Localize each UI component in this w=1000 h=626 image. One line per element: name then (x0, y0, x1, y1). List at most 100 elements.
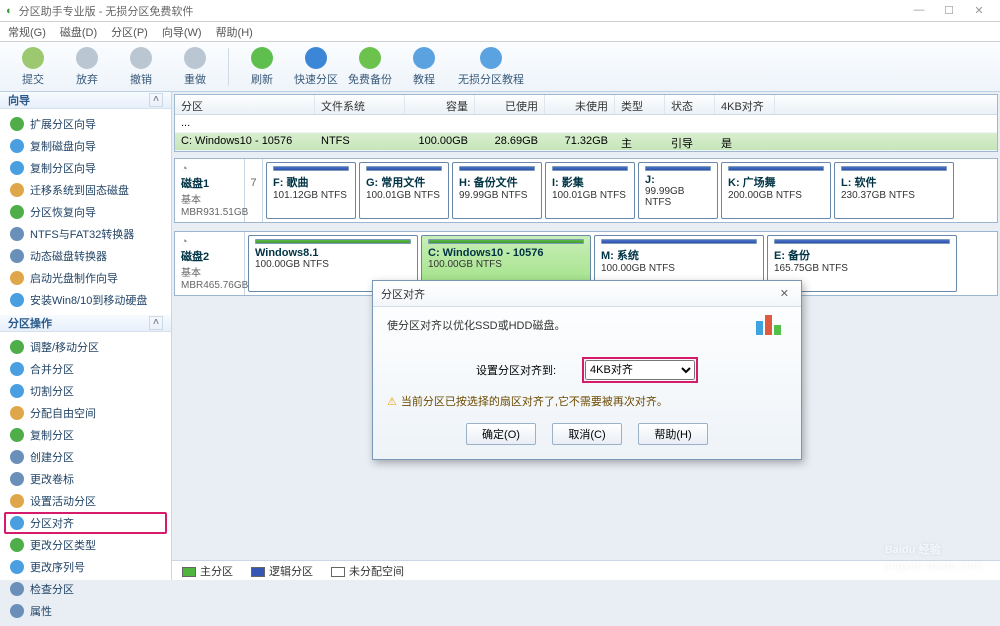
menu-wizard[interactable]: 向导(W) (162, 24, 202, 40)
wizard-item[interactable]: 扩展分区向导 (0, 113, 171, 135)
item-label: 扩展分区向导 (30, 116, 96, 132)
item-icon (10, 538, 24, 552)
item-icon (10, 362, 24, 376)
tutorial2-icon (480, 47, 502, 69)
partition-name: J: (645, 174, 711, 186)
discard-icon (76, 47, 98, 69)
item-icon (10, 183, 24, 197)
partition-bar (273, 166, 349, 171)
ops-item[interactable]: 创建分区 (0, 446, 171, 468)
wizard-item[interactable]: 复制分区向导 (0, 157, 171, 179)
chevron-up-icon: ˄ (149, 93, 163, 107)
wizard-item[interactable]: 启动光盘制作向导 (0, 267, 171, 289)
wizard-item[interactable]: 分区恢复向导 (0, 201, 171, 223)
maximize-button[interactable]: ☐ (934, 4, 964, 17)
item-label: 切割分区 (30, 383, 74, 399)
item-icon (10, 494, 24, 508)
ops-panel-header[interactable]: 分区操作˄ (0, 315, 171, 332)
partition-block[interactable]: F: 歌曲101.12GB NTFS (266, 162, 356, 219)
partition-block[interactable]: I: 影集100.01GB NTFS (545, 162, 635, 219)
menu-general[interactable]: 常规(G) (8, 24, 46, 40)
dialog-close-button[interactable]: ✕ (776, 287, 793, 300)
tutorial-button[interactable]: 教程 (397, 47, 451, 87)
ops-item[interactable]: 更改分区类型 (0, 534, 171, 556)
item-icon (10, 428, 24, 442)
discard-button[interactable]: 放弃 (60, 47, 114, 87)
close-button[interactable]: ✕ (964, 4, 994, 17)
backup-button[interactable]: 免费备份 (343, 47, 397, 87)
partition-block[interactable]: G: 常用文件100.01GB NTFS (359, 162, 449, 219)
ops-item[interactable]: 调整/移动分区 (0, 336, 171, 358)
cancel-button[interactable]: 取消(C) (552, 423, 622, 445)
ops-item[interactable]: 属性 (0, 600, 171, 622)
undo-button[interactable]: 撤销 (114, 47, 168, 87)
ops-item[interactable]: 更改卷标 (0, 468, 171, 490)
align-label: 设置分区对齐到: (476, 362, 556, 378)
align-select-highlight: 4KB对齐 (582, 357, 698, 383)
ops-item[interactable]: 复制分区 (0, 424, 171, 446)
menu-partition[interactable]: 分区(P) (111, 24, 148, 40)
partition-name: M: 系统 (601, 247, 757, 263)
ops-item[interactable]: 设置活动分区 (0, 490, 171, 512)
window-title: 分区助手专业版 - 无损分区免费软件 (19, 3, 194, 19)
item-label: 更改卷标 (30, 471, 74, 487)
partition-size: 230.37GB NTFS (841, 190, 947, 201)
table-header: 分区文件系统容量已使用未使用类型状态4KB对齐 (175, 95, 997, 115)
wizard-list: 扩展分区向导复制磁盘向导复制分区向导迁移系统到固态磁盘分区恢复向导 NTFS与FA… (0, 109, 171, 315)
partition-size: 101.12GB NTFS (273, 190, 349, 201)
partition-name: H: 备份文件 (459, 174, 535, 190)
ops-item[interactable]: 切割分区 (0, 380, 171, 402)
menu-disk[interactable]: 磁盘(D) (60, 24, 97, 40)
help-button[interactable]: 帮助(H) (638, 423, 708, 445)
menu-help[interactable]: 帮助(H) (216, 24, 253, 40)
partition-block[interactable]: J:99.99GB NTFS (638, 162, 718, 219)
commit-icon (22, 47, 44, 69)
item-icon (10, 472, 24, 486)
dialog-icon (755, 315, 787, 339)
partition-block[interactable]: K: 广场舞200.00GB NTFS (721, 162, 831, 219)
partition-name: G: 常用文件 (366, 174, 442, 190)
wizard-item[interactable]: 迁移系统到固态磁盘 (0, 179, 171, 201)
refresh-button[interactable]: 刷新 (235, 47, 289, 87)
ops-item[interactable]: 合并分区 (0, 358, 171, 380)
redo-button[interactable]: 重做 (168, 47, 222, 87)
wizard-item[interactable]: 动态磁盘转换器 (0, 245, 171, 267)
item-label: 复制分区向导 (30, 160, 96, 176)
commit-button[interactable]: 提交 (6, 47, 60, 87)
dialog-warning: 当前分区已按选择的扇区对齐了,它不需要被再次对齐。 (387, 393, 787, 409)
partition-bar (255, 239, 411, 244)
partition-size: 100.00GB NTFS (255, 259, 411, 270)
table-row[interactable]: ... (175, 115, 997, 133)
partition-size: 100.00GB NTFS (601, 263, 757, 274)
partition-bar (645, 166, 711, 171)
item-icon (10, 139, 24, 153)
align-select[interactable]: 4KB对齐 (585, 360, 695, 380)
ops-item-align[interactable]: 分区对齐 (4, 512, 167, 534)
wizard-item[interactable]: NTFS与FAT32转换器 (0, 223, 171, 245)
partition-size: 99.99GB NTFS (459, 190, 535, 201)
item-label: 分配自由空间 (30, 405, 96, 421)
minimize-button[interactable]: — (904, 4, 934, 17)
ops-item[interactable]: 更改序列号 (0, 556, 171, 578)
tutorial2-button[interactable]: 无损分区教程 (451, 47, 531, 87)
ok-button[interactable]: 确定(O) (466, 423, 536, 445)
item-label: 复制分区 (30, 427, 74, 443)
item-icon (10, 249, 24, 263)
wizard-panel-header[interactable]: 向导˄ (0, 92, 171, 109)
wizard-item[interactable]: 复制磁盘向导 (0, 135, 171, 157)
item-icon (10, 205, 24, 219)
wizard-item[interactable]: 安装Win8/10到移动硬盘 (0, 289, 171, 311)
item-icon (10, 340, 24, 354)
partition-block[interactable]: L: 软件230.37GB NTFS (834, 162, 954, 219)
ops-item[interactable]: 分配自由空间 (0, 402, 171, 424)
item-label: NTFS与FAT32转换器 (30, 226, 134, 242)
partition-bar (459, 166, 535, 171)
item-label: 设置活动分区 (30, 493, 96, 509)
dialog-titlebar[interactable]: 分区对齐 ✕ (373, 281, 801, 307)
quick-partition-button[interactable]: 快速分区 (289, 47, 343, 87)
titlebar: ◐ 分区助手专业版 - 无损分区免费软件 — ☐ ✕ (0, 0, 1000, 22)
ops-item[interactable]: 检查分区 (0, 578, 171, 600)
partition-block[interactable]: H: 备份文件99.99GB NTFS (452, 162, 542, 219)
partition-bar (841, 166, 947, 171)
table-row-selected[interactable]: C: Windows10 - 10576NTFS100.00GB28.69GB7… (175, 133, 997, 151)
